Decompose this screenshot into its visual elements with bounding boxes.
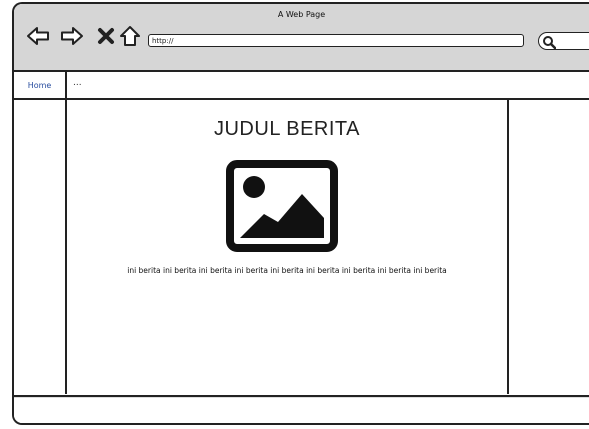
window-title: A Web Page xyxy=(277,10,326,19)
page-title: JUDUL BERITA xyxy=(213,118,361,140)
article-body: ini berita ini berita ini berita ini ber… xyxy=(127,266,447,275)
image-placeholder-icon xyxy=(226,160,338,252)
back-arrow-icon[interactable] xyxy=(26,24,50,48)
browser-window: A Web Page Home ... JUDUL BERITA xyxy=(12,2,589,425)
search-box[interactable] xyxy=(538,32,589,50)
forward-arrow-icon[interactable] xyxy=(60,24,84,48)
close-icon[interactable] xyxy=(94,24,118,48)
left-column-divider xyxy=(65,100,67,394)
tab-more[interactable]: ... xyxy=(73,78,82,88)
tab-home[interactable]: Home xyxy=(14,72,67,98)
url-input[interactable] xyxy=(148,34,524,47)
right-column-divider xyxy=(507,100,509,394)
browser-toolbar: A Web Page xyxy=(14,4,589,72)
tab-bar: Home ... xyxy=(14,72,589,100)
status-bar xyxy=(14,397,589,423)
search-icon xyxy=(542,34,557,53)
home-icon[interactable] xyxy=(118,24,142,48)
